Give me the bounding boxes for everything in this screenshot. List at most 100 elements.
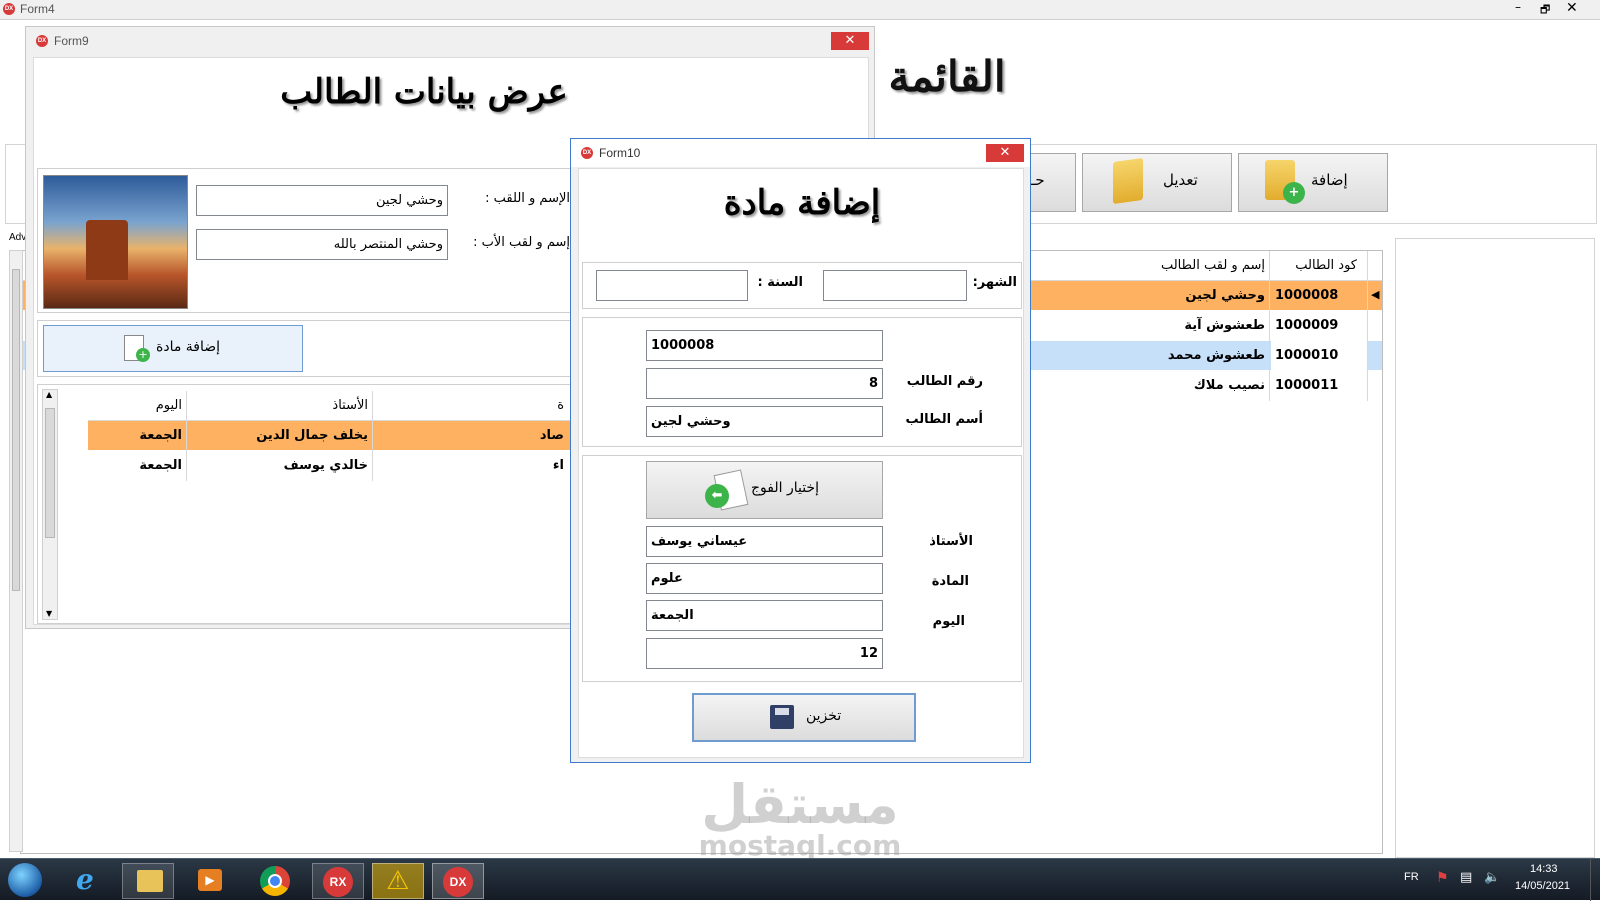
choose-group-label: إختيار الفوج: [751, 480, 819, 496]
dx-icon[interactable]: DX: [432, 863, 484, 899]
ie-glyph: e: [76, 863, 94, 896]
action-center-flag-icon[interactable]: ⚑: [1436, 870, 1449, 886]
edit-button[interactable]: تعديل: [1082, 153, 1232, 212]
form4-heading: القائمة: [888, 52, 1006, 101]
teacher-field[interactable]: عيساني يوسف: [646, 526, 883, 557]
subjects-scrollbar[interactable]: ▲ ▼: [42, 389, 58, 620]
chrome-center: [268, 874, 282, 888]
minimize-icon[interactable]: –: [1515, 0, 1521, 14]
column-header-name[interactable]: إسم و لقب الطالب: [1021, 251, 1269, 280]
student-number-field[interactable]: 8: [646, 368, 883, 399]
internet-explorer-icon[interactable]: e: [62, 863, 114, 899]
floppy-label-area: [775, 708, 789, 715]
column-header-subject[interactable]: ة: [374, 391, 568, 420]
row-indicator-icon: ◀: [1371, 288, 1380, 301]
dx-glyph: DX: [443, 867, 473, 897]
show-desktop-button[interactable]: [1590, 859, 1600, 901]
clock-time[interactable]: 14:33: [1530, 863, 1558, 875]
column-header-day[interactable]: اليوم: [88, 391, 186, 420]
file-explorer-icon[interactable]: [122, 863, 174, 899]
year-field[interactable]: [596, 270, 748, 301]
rx-icon[interactable]: RX: [312, 863, 364, 899]
restore-icon[interactable]: 🗗: [1540, 1, 1550, 20]
app-icon: DX: [581, 147, 593, 159]
student-name-label: أسم الطالب: [905, 412, 984, 427]
warning-glyph: ⚠: [386, 866, 410, 896]
chrome-icon[interactable]: [248, 863, 300, 899]
row-code: 1000010: [1271, 341, 1367, 370]
plus-badge-icon: +: [1283, 182, 1305, 204]
subject-field[interactable]: علوم: [646, 563, 883, 594]
course-group: ⬅ إختيار الفوج عيساني يوسف الأستاذ علوم …: [582, 455, 1022, 682]
column-header-teacher[interactable]: الأستاذ: [188, 391, 372, 420]
row-code: 1000009: [1275, 318, 1339, 333]
save-button[interactable]: تخزين: [692, 693, 916, 742]
media-player-icon[interactable]: ▶: [182, 863, 234, 899]
form4-titlebar: DX Form4 – 🗗 ✕: [0, 0, 1600, 20]
month-label: الشهر:: [972, 275, 1017, 290]
form10-title: Form10: [599, 146, 641, 160]
left-scrollbar[interactable]: [9, 250, 23, 852]
add-button-label: إضافة: [1311, 171, 1348, 189]
month-field[interactable]: [823, 270, 967, 301]
row-name: طعشوش محمد: [1167, 348, 1265, 363]
teacher-label: الأستاذ: [929, 534, 973, 549]
row-code: 1000011: [1275, 378, 1339, 393]
photo-mesa: [86, 220, 128, 280]
scroll-down-icon[interactable]: ▼: [46, 609, 52, 618]
hour-field[interactable]: 12: [646, 638, 883, 669]
language-indicator[interactable]: FR: [1404, 871, 1419, 883]
close-icon[interactable]: ✕: [1566, 0, 1578, 16]
choose-group-button[interactable]: ⬅ إختيار الفوج: [646, 461, 883, 519]
column-divider: [372, 391, 373, 481]
rx-glyph: RX: [323, 867, 353, 897]
add-button[interactable]: + إضافة: [1238, 153, 1388, 212]
day-field[interactable]: الجمعة: [646, 600, 883, 631]
column-divider: [1269, 251, 1270, 401]
student-code-field[interactable]: 1000008: [646, 330, 883, 361]
father-name-label: إسم و لقب الأب :: [473, 235, 570, 250]
app-icon: DX: [36, 35, 48, 47]
student-name-field[interactable]: وحشي لجين: [646, 406, 883, 437]
form10-window: DX Form10 ✕ إضافة مادة الشهر: السنة : 10…: [570, 138, 1031, 763]
row-day: الجمعة: [139, 428, 182, 443]
form9-close-button[interactable]: ✕: [831, 32, 869, 50]
watermark-arabic: مستقل: [701, 773, 899, 836]
network-icon[interactable]: ▤: [1460, 870, 1472, 885]
row-code: 1000008: [1275, 288, 1339, 303]
student-group: 1000008 8 رقم الطالب وحشي لجين أسم الطال…: [582, 317, 1022, 447]
form10-titlebar: DX Form10 ✕: [571, 139, 1030, 167]
row-subject: اء: [552, 458, 564, 473]
subject-label: المادة: [931, 574, 969, 589]
side-tab-label[interactable]: Adv: [9, 232, 26, 243]
save-button-label: تخزين: [806, 708, 842, 724]
clock-date[interactable]: 14/05/2021: [1515, 880, 1570, 892]
app-icon: DX: [3, 3, 15, 15]
add-subject-button[interactable]: + إضافة مادة: [43, 325, 303, 372]
form4-side-panel: [1395, 238, 1595, 858]
student-photo: [43, 175, 188, 309]
form10-heading: إضافة مادة: [723, 183, 881, 223]
row-name: وحشي لجين: [1185, 288, 1265, 303]
folder-glyph: [137, 870, 163, 892]
start-orb-icon[interactable]: [8, 863, 42, 897]
row-name: طعشوش آية: [1184, 318, 1265, 333]
father-name-field[interactable]: وحشي المنتصر بالله: [196, 229, 448, 260]
left-scroll-thumb[interactable]: [12, 269, 20, 591]
media-glyph: ▶: [198, 869, 222, 891]
scroll-up-icon[interactable]: ▲: [46, 390, 52, 399]
row-teacher: خالدي يوسف: [283, 458, 368, 473]
plus-badge-icon: +: [136, 348, 150, 362]
edit-folder-icon: [1113, 157, 1143, 205]
year-label: السنة :: [757, 275, 803, 290]
form4-title: Form4: [20, 2, 55, 16]
warning-icon[interactable]: ⚠: [372, 863, 424, 899]
subjects-scroll-thumb[interactable]: [45, 408, 55, 538]
column-header-code[interactable]: كود الطالب: [1271, 251, 1361, 280]
form10-close-button[interactable]: ✕: [986, 144, 1024, 162]
student-name-field[interactable]: وحشي لجين: [196, 185, 448, 216]
delete-button-label: حـ: [1031, 171, 1045, 189]
volume-muted-icon[interactable]: 🔈: [1484, 870, 1500, 885]
row-name: نصيب ملاك: [1193, 378, 1265, 393]
column-divider: [186, 391, 187, 481]
